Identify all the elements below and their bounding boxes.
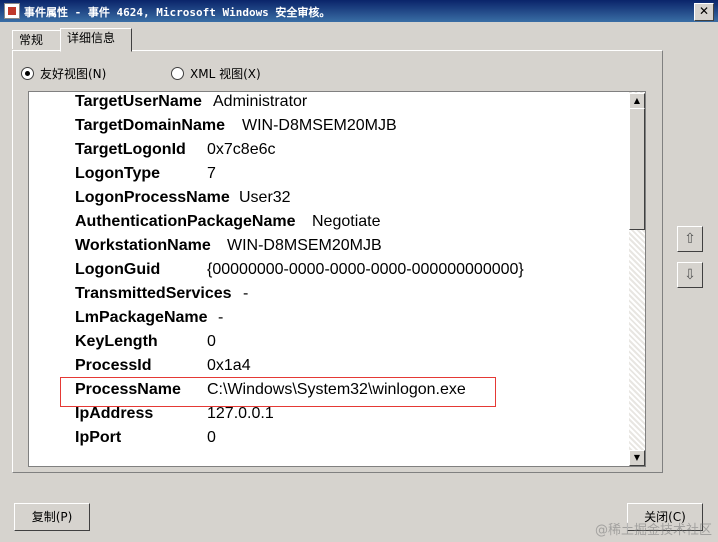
detail-value: - <box>243 285 249 302</box>
scroll-thumb[interactable] <box>629 108 645 230</box>
detail-key: LogonProcessName <box>75 189 230 206</box>
radio-selected-icon <box>21 67 34 80</box>
previous-event-button[interactable]: ⇧ <box>677 226 703 252</box>
detail-value: 0 <box>207 333 216 350</box>
detail-row: LogonType 7 <box>75 165 216 187</box>
detail-row: KeyLength 0 <box>75 333 216 355</box>
detail-value: WIN-D8MSEM20MJB <box>227 237 382 254</box>
detail-key: TargetDomainName <box>75 117 225 134</box>
next-event-button[interactable]: ⇩ <box>677 262 703 288</box>
scroll-up-icon[interactable]: ▲ <box>629 93 645 109</box>
detail-key: KeyLength <box>75 333 158 350</box>
detail-value: 0 <box>207 429 216 446</box>
detail-key: ProcessId <box>75 357 152 374</box>
detail-row: AuthenticationPackageName Negotiate <box>75 213 381 235</box>
scroll-down-icon[interactable]: ▼ <box>629 450 645 466</box>
detail-value: - <box>218 309 224 326</box>
detail-key: TargetLogonId <box>75 141 186 158</box>
detail-row: LogonGuid {00000000-0000-0000-0000-000000… <box>75 261 524 283</box>
radio-unselected-icon <box>171 67 184 80</box>
detail-row: LmPackageName - <box>75 309 223 331</box>
processname-highlight-box <box>60 377 496 407</box>
detail-key: TransmittedServices <box>75 285 232 302</box>
xml-view-label: XML 视图(X) <box>190 67 261 81</box>
detail-row: TargetUserName Administrator <box>75 93 307 115</box>
detail-value: 127.0.0.1 <box>207 405 274 422</box>
friendly-view-label: 友好视图(N) <box>40 67 107 81</box>
detail-value: Administrator <box>213 93 308 110</box>
event-properties-icon <box>4 3 20 19</box>
tab-general[interactable]: 常规 <box>12 30 62 49</box>
copy-button[interactable]: 复制(P) <box>14 503 90 531</box>
detail-row: TransmittedServices - <box>75 285 248 307</box>
window-title: 事件属性 - 事件 4624, Microsoft Windows 安全审核。 <box>24 6 331 19</box>
detail-key: LogonType <box>75 165 161 182</box>
detail-key: LogonGuid <box>75 261 161 278</box>
detail-row: IpPort 0 <box>75 429 216 451</box>
detail-key: LmPackageName <box>75 309 208 326</box>
event-details-viewer[interactable]: TargetUserName Administrator TargetDomain… <box>28 91 646 467</box>
detail-key: AuthenticationPackageName <box>75 213 296 230</box>
xml-view-radio[interactable]: XML 视图(X) <box>171 65 261 82</box>
detail-row: LogonProcessName User32 <box>75 189 291 211</box>
detail-value: WIN-D8MSEM20MJB <box>242 117 397 134</box>
vertical-scrollbar[interactable]: ▲ ▼ <box>629 92 645 466</box>
friendly-view-radio[interactable]: 友好视图(N) <box>21 65 106 82</box>
detail-value: {00000000-0000-0000-0000-000000000000} <box>207 261 524 278</box>
detail-value: 7 <box>207 165 216 182</box>
detail-value: 0x7c8e6c <box>207 141 276 158</box>
close-window-button[interactable]: ✕ <box>694 3 714 21</box>
detail-value: 0x1a4 <box>207 357 251 374</box>
detail-key: IpPort <box>75 429 122 446</box>
watermark: @稀土掘金技术社区 <box>594 523 712 538</box>
title-bar: 事件属性 - 事件 4624, Microsoft Windows 安全审核。 … <box>0 0 718 22</box>
detail-row: WorkstationName WIN-D8MSEM20MJB <box>75 237 382 259</box>
detail-row: ProcessId 0x1a4 <box>75 357 251 379</box>
detail-value: Negotiate <box>312 213 381 230</box>
detail-key: WorkstationName <box>75 237 211 254</box>
tab-details[interactable]: 详细信息 <box>60 28 132 52</box>
detail-row: IpAddress 127.0.0.1 <box>75 405 274 427</box>
detail-key: IpAddress <box>75 405 154 422</box>
detail-value: User32 <box>239 189 291 206</box>
detail-key: TargetUserName <box>75 93 202 110</box>
detail-row: TargetDomainName WIN-D8MSEM20MJB <box>75 117 397 139</box>
detail-row: TargetLogonId 0x7c8e6c <box>75 141 276 163</box>
